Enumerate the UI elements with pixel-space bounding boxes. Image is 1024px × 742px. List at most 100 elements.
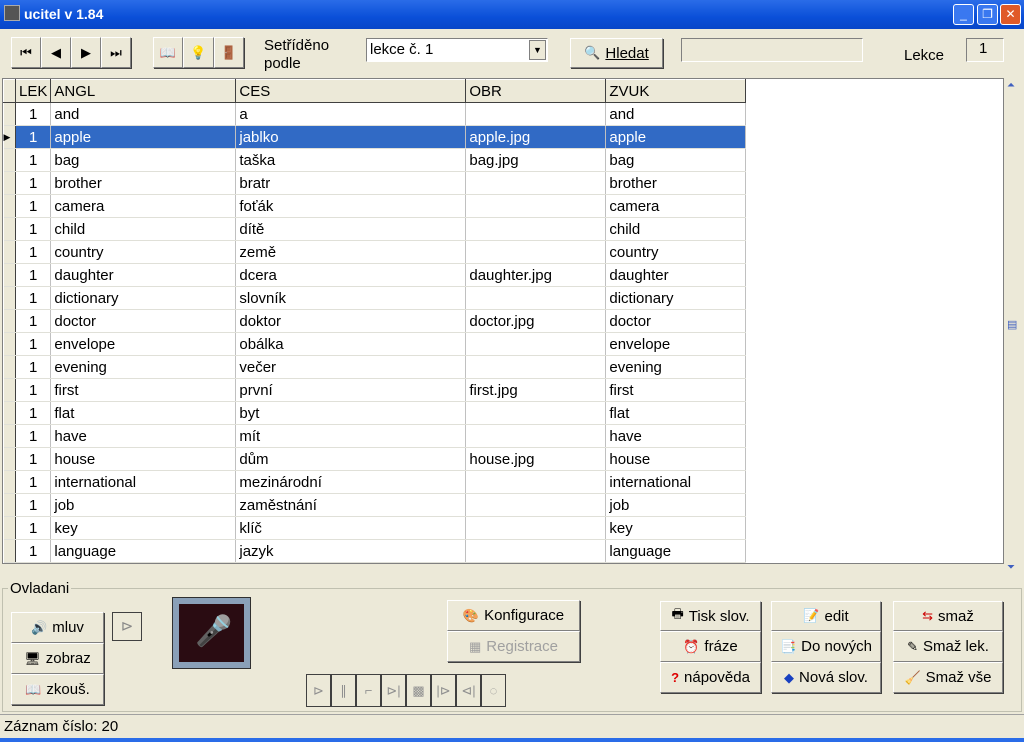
media-pause-button[interactable]: ∥	[331, 674, 356, 707]
cell-obr[interactable]: apple.jpg	[465, 125, 607, 149]
book-button[interactable]: 📖	[153, 37, 183, 68]
cell-lek[interactable]: 1	[15, 332, 52, 356]
cell-angl[interactable]: country	[50, 240, 237, 264]
row-indicator[interactable]	[3, 447, 16, 471]
media-rewind-button[interactable]: ⊲|	[456, 674, 481, 707]
table-row[interactable]: 1 language jazyk language	[3, 539, 747, 563]
vocabulary-grid[interactable]: LEK ANGL CES OBR ZVUK 1 and a and ▶ 1 apple jablko ap…	[2, 78, 1004, 564]
cell-ces[interactable]: taška	[235, 148, 467, 172]
row-indicator[interactable]	[3, 424, 16, 448]
cell-angl[interactable]: child	[50, 217, 237, 241]
cell-lek[interactable]: 1	[15, 263, 52, 287]
cell-zvuk[interactable]: first	[605, 378, 747, 402]
last-record-button[interactable]: ⏭	[101, 37, 131, 68]
table-row[interactable]: 1 and a and	[3, 102, 747, 126]
table-row[interactable]: 1 bag taška bag.jpg bag	[3, 148, 747, 172]
cell-obr[interactable]	[465, 194, 607, 218]
cell-zvuk[interactable]: house	[605, 447, 747, 471]
media-record-button[interactable]: ◌	[481, 674, 506, 707]
chevron-down-icon[interactable]: ▼	[529, 40, 546, 60]
cell-zvuk[interactable]: evening	[605, 355, 747, 379]
media-stop-button[interactable]: ⌐	[356, 674, 381, 707]
cell-zvuk[interactable]: apple	[605, 125, 747, 149]
search-button[interactable]: 🔍 Hledat	[570, 38, 663, 68]
cell-lek[interactable]: 1	[15, 102, 52, 126]
cell-angl[interactable]: house	[50, 447, 237, 471]
row-indicator[interactable]	[3, 148, 16, 172]
test-button[interactable]: 📖 zkouš.	[11, 674, 104, 705]
cell-ces[interactable]: jablko	[235, 125, 467, 149]
restore-button[interactable]: ❐	[977, 4, 998, 25]
row-indicator[interactable]	[3, 102, 16, 126]
search-input[interactable]	[681, 38, 863, 62]
row-indicator[interactable]	[3, 263, 16, 287]
exit-button[interactable]: 🚪	[214, 37, 244, 68]
help-button[interactable]: ? nápověda	[660, 662, 761, 693]
cell-obr[interactable]	[465, 171, 607, 195]
table-row[interactable]: 1 child dítě child	[3, 217, 747, 241]
to-new-button[interactable]: 📑 Do nových	[771, 631, 881, 662]
cell-zvuk[interactable]: camera	[605, 194, 747, 218]
cell-ces[interactable]: mít	[235, 424, 467, 448]
row-indicator[interactable]	[3, 493, 16, 517]
cell-lek[interactable]: 1	[15, 539, 52, 563]
new-words-button[interactable]: ◆ Nová slov.	[771, 662, 881, 693]
cell-obr[interactable]	[465, 332, 607, 356]
cell-angl[interactable]: job	[50, 493, 237, 517]
row-indicator[interactable]	[3, 171, 16, 195]
cell-zvuk[interactable]: key	[605, 516, 747, 540]
cell-lek[interactable]: 1	[15, 378, 52, 402]
cell-ces[interactable]: dítě	[235, 217, 467, 241]
cell-angl[interactable]: flat	[50, 401, 237, 425]
cell-zvuk[interactable]: doctor	[605, 309, 747, 333]
edit-button[interactable]: 📝 edit	[771, 601, 881, 631]
cell-ces[interactable]: dcera	[235, 263, 467, 287]
cell-lek[interactable]: 1	[15, 217, 52, 241]
cell-ces[interactable]: zaměstnání	[235, 493, 467, 517]
scroll-down-icon[interactable]: ⏷	[1007, 562, 1015, 573]
next-record-button[interactable]: ▶	[71, 37, 101, 68]
cell-lek[interactable]: 1	[15, 125, 52, 149]
cell-zvuk[interactable]: job	[605, 493, 747, 517]
cell-obr[interactable]: house.jpg	[465, 447, 607, 471]
close-button[interactable]: ✕	[1000, 4, 1021, 25]
table-row[interactable]: 1 daughter dcera daughter.jpg daughter	[3, 263, 747, 287]
cell-ces[interactable]: mezinárodní	[235, 470, 467, 494]
table-row[interactable]: 1 country země country	[3, 240, 747, 264]
cell-zvuk[interactable]: country	[605, 240, 747, 264]
prev-record-button[interactable]: ◀	[41, 37, 71, 68]
cell-lek[interactable]: 1	[15, 148, 52, 172]
cell-zvuk[interactable]: flat	[605, 401, 747, 425]
row-indicator[interactable]: ▶	[3, 125, 16, 149]
row-indicator[interactable]	[3, 332, 16, 356]
first-record-button[interactable]: ⏮	[11, 37, 41, 68]
cell-zvuk[interactable]: and	[605, 102, 747, 126]
cell-angl[interactable]: key	[50, 516, 237, 540]
table-row[interactable]: 1 evening večer evening	[3, 355, 747, 379]
table-row[interactable]: 1 job zaměstnání job	[3, 493, 747, 517]
row-indicator[interactable]	[3, 470, 16, 494]
cell-obr[interactable]	[465, 102, 607, 126]
row-indicator[interactable]	[3, 516, 16, 540]
row-indicator[interactable]	[3, 217, 16, 241]
table-row[interactable]: 1 international mezinárodní international	[3, 470, 747, 494]
hint-button[interactable]: 💡	[183, 37, 214, 68]
row-indicator[interactable]	[3, 309, 16, 333]
cell-angl[interactable]: apple	[50, 125, 237, 149]
cell-ces[interactable]: bratr	[235, 171, 467, 195]
cell-obr[interactable]	[465, 424, 607, 448]
cell-obr[interactable]: doctor.jpg	[465, 309, 607, 333]
table-row[interactable]: 1 envelope obálka envelope	[3, 332, 747, 356]
media-next-button[interactable]: ⊳|	[381, 674, 406, 707]
cell-obr[interactable]	[465, 286, 607, 310]
cell-angl[interactable]: daughter	[50, 263, 237, 287]
cell-zvuk[interactable]: child	[605, 217, 747, 241]
row-indicator[interactable]	[3, 194, 16, 218]
cell-zvuk[interactable]: dictionary	[605, 286, 747, 310]
cell-angl[interactable]: evening	[50, 355, 237, 379]
cell-ces[interactable]: slovník	[235, 286, 467, 310]
cell-ces[interactable]: jazyk	[235, 539, 467, 563]
cell-lek[interactable]: 1	[15, 286, 52, 310]
cell-lek[interactable]: 1	[15, 401, 52, 425]
cell-angl[interactable]: doctor	[50, 309, 237, 333]
